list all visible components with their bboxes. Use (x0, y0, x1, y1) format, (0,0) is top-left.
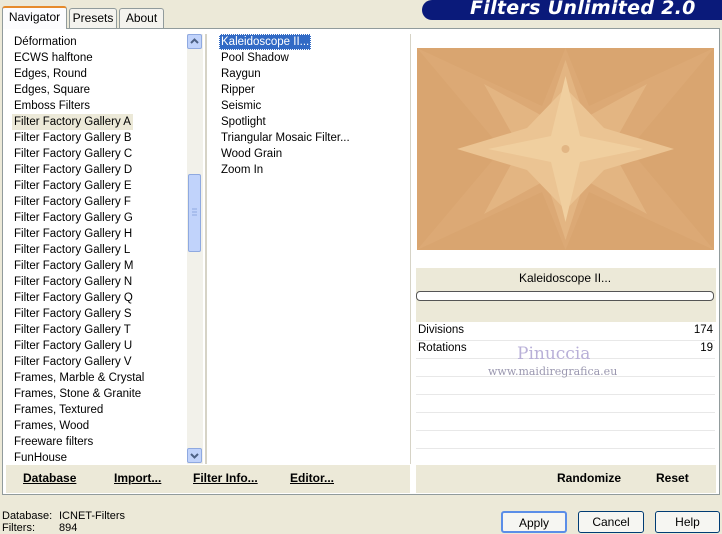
category-list-item[interactable]: Filter Factory Gallery E (12, 178, 134, 194)
category-list-item[interactable]: Frames, Marble & Crystal (12, 370, 146, 386)
chevron-down-icon (190, 453, 199, 459)
chevron-up-icon (190, 38, 199, 44)
category-list-item[interactable]: FunHouse (12, 450, 69, 464)
category-list-item[interactable]: Filter Factory Gallery N (12, 274, 134, 290)
database-status-label: Database: (2, 510, 53, 522)
help-button[interactable]: Help (655, 511, 720, 533)
filters-status-label: Filters: (2, 522, 35, 534)
database-button-label: Database (23, 471, 77, 485)
scroll-up-button[interactable] (187, 34, 202, 49)
database-status-value: ICNET-Filters (59, 510, 125, 522)
watermark-name: Pinuccia (517, 344, 591, 364)
category-list-item[interactable]: Filter Factory Gallery G (12, 210, 135, 226)
editor-button[interactable]: Editor... (290, 471, 334, 485)
scroll-down-button[interactable] (187, 448, 202, 463)
param-label: Rotations (418, 342, 467, 354)
param-label: Divisions (418, 324, 465, 336)
filter-list-item[interactable]: Pool Shadow (219, 50, 291, 66)
filter-list-item[interactable]: Triangular Mosaic Filter... (219, 130, 352, 146)
cancel-button[interactable]: Cancel (578, 511, 644, 533)
panel-separator (410, 34, 411, 464)
category-list-item[interactable]: Filter Factory Gallery M (12, 258, 136, 274)
filter-info-button-label: Filter Info... (193, 471, 258, 485)
category-list-item[interactable]: Freeware filters (12, 434, 95, 450)
category-list-item[interactable]: Filter Factory Gallery C (12, 146, 134, 162)
param-row-empty (416, 430, 715, 449)
database-button[interactable]: Database (23, 471, 76, 485)
category-list-item[interactable]: Frames, Wood (12, 418, 91, 434)
param-value: 174 (693, 324, 713, 336)
category-list-item[interactable]: Filter Factory Gallery A (12, 114, 133, 130)
filter-list-item[interactable]: Seismic (219, 98, 263, 114)
param-row-divisions[interactable]: Divisions 174 (416, 322, 715, 341)
filter-list-item[interactable]: Zoom In (219, 162, 265, 178)
filters-count-value: 894 (59, 522, 78, 534)
filter-list[interactable]: Kaleidoscope II... Pool Shadow Raygun Rippe… (219, 34, 407, 464)
filter-list-item[interactable]: Kaleidoscope II... (219, 34, 312, 50)
category-list-item[interactable]: Filter Factory Gallery F (12, 194, 133, 210)
tab-presets[interactable]: Presets (69, 8, 117, 28)
preview-filter-name: Kaleidoscope II... (518, 271, 612, 285)
app-title: Filters Unlimited 2.0 (470, 0, 696, 19)
category-scrollbar[interactable] (187, 34, 203, 464)
filter-info-button[interactable]: Filter Info... (193, 471, 258, 485)
grip-icon (192, 208, 197, 216)
category-list-item[interactable]: Filter Factory Gallery T (12, 322, 133, 338)
category-list-item[interactable]: ECWS halftone (12, 50, 95, 66)
category-list-item[interactable]: Filter Factory Gallery L (12, 242, 132, 258)
progress-bar (416, 291, 714, 301)
param-row-empty (416, 412, 715, 431)
category-list-item[interactable]: Filter Factory Gallery D (12, 162, 134, 178)
filter-list-item[interactable]: Spotlight (219, 114, 268, 130)
category-list-item[interactable]: Emboss Filters (12, 98, 92, 114)
randomize-button[interactable]: Randomize (557, 471, 621, 485)
category-list-item[interactable]: Filter Factory Gallery B (12, 130, 134, 146)
category-list[interactable]: Déformation ECWS halftone Edges, Round Edge… (12, 34, 184, 464)
category-list-item[interactable]: Filter Factory Gallery H (12, 226, 134, 242)
tab-navigator[interactable]: Navigator (2, 6, 67, 29)
category-list-item[interactable]: Edges, Round (12, 66, 89, 82)
param-row-empty (416, 394, 715, 413)
category-list-item[interactable]: Edges, Square (12, 82, 92, 98)
category-list-item[interactable]: Filter Factory Gallery U (12, 338, 134, 354)
category-list-item[interactable]: Frames, Stone & Granite (12, 386, 143, 402)
category-list-item[interactable]: Filter Factory Gallery Q (12, 290, 135, 306)
editor-button-label: Editor... (290, 471, 335, 485)
category-list-item[interactable]: Filter Factory Gallery V (12, 354, 134, 370)
watermark-url: www.maidiregrafica.eu (488, 365, 618, 378)
param-row-empty (416, 376, 715, 395)
preview-image (417, 48, 714, 250)
filter-list-item[interactable]: Wood Grain (219, 146, 284, 162)
tab-about[interactable]: About (119, 8, 164, 28)
category-list-item[interactable]: Déformation (12, 34, 79, 50)
filter-list-item[interactable]: Ripper (219, 82, 257, 98)
list-divider (205, 34, 207, 464)
filter-list-item[interactable]: Raygun (219, 66, 263, 82)
reset-button[interactable]: Reset (656, 471, 689, 485)
apply-button[interactable]: Apply (501, 511, 567, 533)
import-button[interactable]: Import... (114, 471, 161, 485)
import-button-label: Import... (114, 471, 162, 485)
category-list-item[interactable]: Filter Factory Gallery S (12, 306, 134, 322)
scroll-thumb[interactable] (188, 174, 201, 252)
category-list-item[interactable]: Frames, Textured (12, 402, 105, 418)
param-value: 19 (700, 342, 713, 354)
